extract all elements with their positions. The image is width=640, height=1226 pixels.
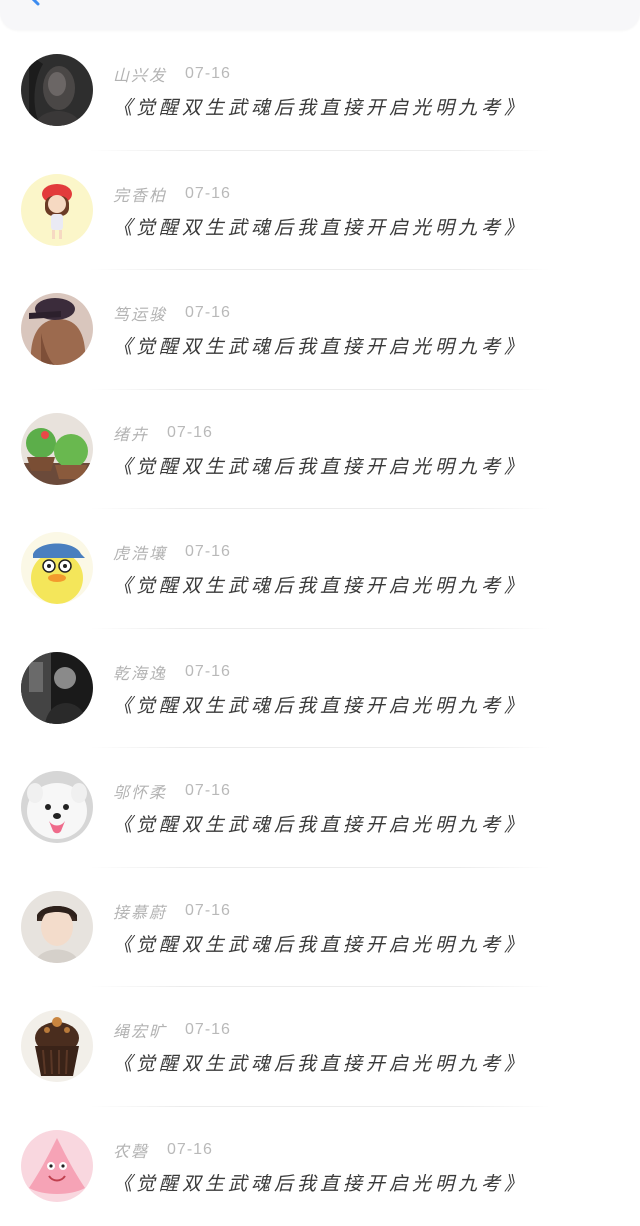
username: 农磬 (113, 1138, 149, 1162)
comment-date: 07-16 (185, 185, 231, 203)
avatar[interactable] (21, 652, 93, 724)
comment-text: 《觉醒双生武魂后我直接开启光明九考》 (113, 93, 613, 120)
comment-date: 07-16 (167, 1141, 213, 1159)
comment-text: 《觉醒双生武魂后我直接开启光明九考》 (113, 213, 613, 240)
list-item[interactable]: 乾海逸 07-16 《觉醒双生武魂后我直接开启光明九考》 (0, 629, 640, 749)
comment-meta: 绪卉 07-16 (113, 423, 213, 443)
comment-meta: 农磬 07-16 (113, 1140, 213, 1160)
list-item[interactable]: 虎浩壤 07-16 《觉醒双生武魂后我直接开启光明九考》 (0, 509, 640, 629)
comment-meta: 乾海逸 07-16 (113, 662, 231, 682)
comment-date: 07-16 (185, 304, 231, 322)
avatar[interactable] (21, 1130, 93, 1202)
list-item[interactable]: 笃运骏 07-16 《觉醒双生武魂后我直接开启光明九考》 (0, 270, 640, 390)
comment-meta: 虎浩壤 07-16 (113, 542, 231, 562)
list-item[interactable]: 邬怀柔 07-16 《觉醒双生武魂后我直接开启光明九考》 (0, 748, 640, 868)
comment-date: 07-16 (185, 663, 231, 681)
comment-text: 《觉醒双生武魂后我直接开启光明九考》 (113, 810, 613, 837)
comment-text: 《觉醒双生武魂后我直接开启光明九考》 (113, 691, 613, 718)
comment-date: 07-16 (185, 543, 231, 561)
comment-date: 07-16 (185, 782, 231, 800)
comment-date: 07-16 (167, 424, 213, 442)
username: 绳宏旷 (113, 1018, 167, 1042)
comment-text: 《觉醒双生武魂后我直接开启光明九考》 (113, 452, 613, 479)
comment-text: 《觉醒双生武魂后我直接开启光明九考》 (113, 1169, 613, 1196)
comment-meta: 接慕蔚 07-16 (113, 901, 231, 921)
username: 山兴发 (113, 62, 167, 86)
avatar[interactable] (21, 771, 93, 843)
back-button[interactable] (22, 0, 46, 6)
username: 乾海逸 (113, 660, 167, 684)
username: 笃运骏 (113, 301, 167, 325)
comment-text: 《觉醒双生武魂后我直接开启光明九考》 (113, 571, 613, 598)
comment-date: 07-16 (185, 65, 231, 83)
comment-text: 《觉醒双生武魂后我直接开启光明九考》 (113, 930, 613, 957)
username: 绪卉 (113, 421, 149, 445)
list-item[interactable]: 绪卉 07-16 《觉醒双生武魂后我直接开启光明九考》 (0, 390, 640, 510)
avatar[interactable] (21, 1010, 93, 1082)
list-item[interactable]: 完香柏 07-16 《觉醒双生武魂后我直接开启光明九考》 (0, 151, 640, 271)
comment-date: 07-16 (185, 1021, 231, 1039)
avatar[interactable] (21, 532, 93, 604)
avatar[interactable] (21, 174, 93, 246)
comment-text: 《觉醒双生武魂后我直接开启光明九考》 (113, 332, 613, 359)
avatar[interactable] (21, 413, 93, 485)
comment-meta: 绳宏旷 07-16 (113, 1020, 231, 1040)
list-item[interactable]: 绳宏旷 07-16 《觉醒双生武魂后我直接开启光明九考》 (0, 987, 640, 1107)
comment-meta: 完香柏 07-16 (113, 184, 231, 204)
avatar[interactable] (21, 54, 93, 126)
list-item[interactable]: 山兴发 07-16 《觉醒双生武魂后我直接开启光明九考》 (0, 31, 640, 151)
username: 完香柏 (113, 182, 167, 206)
list-item[interactable]: 接慕蔚 07-16 《觉醒双生武魂后我直接开启光明九考》 (0, 868, 640, 988)
comment-meta: 山兴发 07-16 (113, 64, 231, 84)
username: 邬怀柔 (113, 779, 167, 803)
comment-text: 《觉醒双生武魂后我直接开启光明九考》 (113, 1049, 613, 1076)
comment-date: 07-16 (185, 902, 231, 920)
chevron-left-icon (22, 0, 46, 6)
top-bar (0, 0, 640, 30)
username: 接慕蔚 (113, 899, 167, 923)
comment-list: 山兴发 07-16 《觉醒双生武魂后我直接开启光明九考》 完香柏 07-16 《… (0, 31, 640, 1226)
comment-meta: 邬怀柔 07-16 (113, 781, 231, 801)
comment-meta: 笃运骏 07-16 (113, 303, 231, 323)
avatar[interactable] (21, 891, 93, 963)
avatar[interactable] (21, 293, 93, 365)
username: 虎浩壤 (113, 540, 167, 564)
list-item[interactable]: 农磬 07-16 《觉醒双生武魂后我直接开启光明九考》 (0, 1107, 640, 1226)
